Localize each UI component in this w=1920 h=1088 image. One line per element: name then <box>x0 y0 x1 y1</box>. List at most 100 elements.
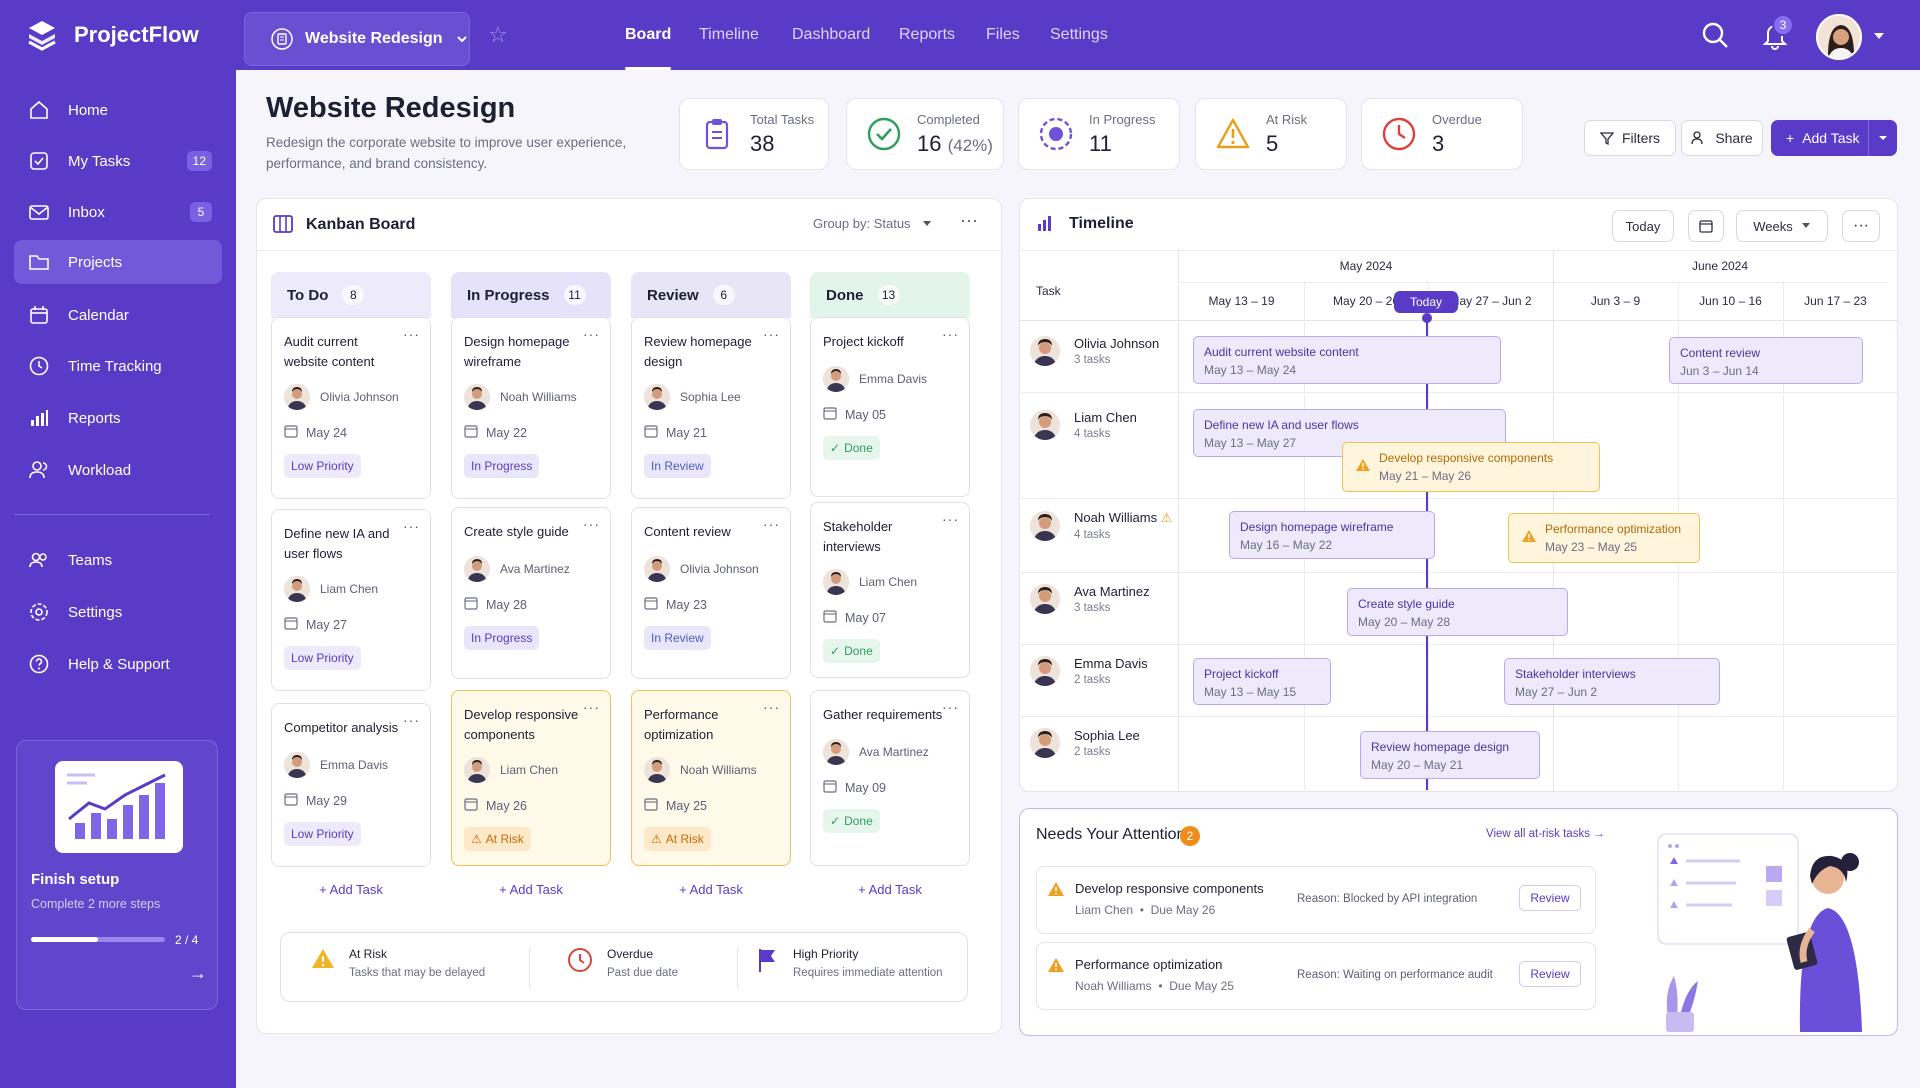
attention-item[interactable]: Performance optimization Noah Williams •… <box>1036 942 1596 1010</box>
add-task-dropdown[interactable] <box>1868 120 1897 156</box>
card-more-icon[interactable]: ··· <box>942 326 959 342</box>
sidebar-item-label: Time Tracking <box>68 357 162 375</box>
review-button[interactable]: Review <box>1519 885 1581 911</box>
nav-timeline[interactable]: Timeline <box>699 0 759 70</box>
card-more-icon[interactable]: ··· <box>763 516 780 532</box>
status-badge: In Review <box>644 454 711 478</box>
sidebar-item-time-tracking[interactable]: Time Tracking <box>14 344 222 388</box>
card-more-icon[interactable]: ··· <box>583 326 600 342</box>
sidebar-item-label: My Tasks <box>68 152 131 170</box>
assignee-name: Liam Chen <box>500 763 559 777</box>
add-task-link[interactable]: + Add Task <box>631 882 791 897</box>
card-more-icon[interactable]: ··· <box>763 326 780 342</box>
timeline-task-bar[interactable]: Create style guide May 20 – May 28 <box>1347 588 1568 636</box>
status-label: Done <box>844 441 873 455</box>
group-by-select[interactable]: Group by: Status <box>813 216 911 231</box>
kanban-more-icon[interactable]: ··· <box>960 210 978 231</box>
task-card[interactable]: Review homepage design ··· Sophia Lee May 2… <box>631 317 791 499</box>
sidebar-item-teams[interactable]: Teams <box>14 538 222 582</box>
task-card[interactable]: Project kickoff ··· Emma Davis May 05 ✓ Done <box>810 317 970 497</box>
sidebar-item-calendar[interactable]: Calendar <box>14 293 222 337</box>
card-more-icon[interactable]: ··· <box>763 699 780 715</box>
task-card[interactable]: Gather requirements ··· Ava Martinez May 09… <box>810 690 970 866</box>
card-more-icon[interactable]: ··· <box>403 326 420 342</box>
project-selector[interactable]: Website Redesign <box>244 12 470 66</box>
card-more-icon[interactable]: ··· <box>942 511 959 527</box>
bar-title: Stakeholder interviews <box>1515 667 1636 681</box>
timeline-more-icon[interactable]: ··· <box>1842 210 1880 242</box>
team-icon <box>29 552 47 568</box>
task-title: Design homepage wireframe <box>464 334 570 369</box>
nav-settings[interactable]: Settings <box>1050 0 1108 70</box>
task-card[interactable]: Create style guide ··· Ava Martinez May 28 I… <box>451 507 611 679</box>
timeline-task-bar[interactable]: Project kickoff May 13 – May 15 <box>1193 658 1331 705</box>
card-more-icon[interactable]: ··· <box>403 518 420 534</box>
timeline-task-bar[interactable]: Develop responsive components May 21 – Ma… <box>1342 442 1600 492</box>
sidebar-item-projects[interactable]: Projects <box>14 240 222 284</box>
chevron-down-icon[interactable] <box>922 220 932 228</box>
sidebar-item-settings[interactable]: Settings <box>14 590 222 634</box>
nav-files[interactable]: Files <box>986 0 1020 70</box>
card-more-icon[interactable]: ··· <box>942 699 959 715</box>
timeline-task-bar[interactable]: Review homepage design May 20 – May 21 <box>1360 731 1540 779</box>
nav-reports[interactable]: Reports <box>899 0 955 70</box>
filters-button[interactable]: Filters <box>1584 120 1676 156</box>
sidebar-item-my-tasks[interactable]: My Tasks 12 <box>14 139 222 183</box>
logo-icon <box>28 21 56 51</box>
task-due: May 23 <box>644 596 707 613</box>
avatar <box>644 384 670 410</box>
scale-select[interactable]: Weeks <box>1736 210 1828 242</box>
week-label: Jun 10 – 16 <box>1699 294 1762 308</box>
star-icon[interactable]: ☆ <box>488 22 508 48</box>
share-button[interactable]: Share <box>1681 120 1763 156</box>
today-button[interactable]: Today <box>1612 210 1674 242</box>
task-card[interactable]: Define new IA and user flows ··· Liam Chen… <box>271 509 431 691</box>
timeline-task-bar[interactable]: Performance optimization May 23 – May 25 <box>1508 513 1700 563</box>
timeline-task-bar[interactable]: Design homepage wireframe May 16 – May 22 <box>1229 511 1435 559</box>
task-card[interactable]: Audit current website content ··· Olivia J… <box>271 317 431 499</box>
card-more-icon[interactable]: ··· <box>583 699 600 715</box>
column-header: Done 13 <box>810 272 970 318</box>
card-more-icon[interactable]: ··· <box>583 516 600 532</box>
add-task-link[interactable]: + Add Task <box>810 882 970 897</box>
task-card[interactable]: Design homepage wireframe ··· Noah William… <box>451 317 611 499</box>
chevron-down-icon[interactable] <box>1872 30 1886 42</box>
sidebar-item-home[interactable]: Home <box>14 88 222 132</box>
nav-board[interactable]: Board <box>625 0 672 70</box>
card-more-icon[interactable]: ··· <box>403 712 420 728</box>
sidebar-item-help[interactable]: Help & Support <box>14 642 222 686</box>
task-card[interactable]: Develop responsive components ··· Liam Che… <box>451 690 611 866</box>
avatar <box>464 384 490 410</box>
kanban-title: Kanban Board <box>306 216 416 233</box>
legend-divider <box>529 947 530 989</box>
task-card[interactable]: Content review ··· Olivia Johnson May 23 In … <box>631 507 791 679</box>
add-task-link[interactable]: + Add Task <box>271 882 431 897</box>
arrow-right-icon: → <box>1593 828 1605 840</box>
sidebar-item-reports[interactable]: Reports <box>14 396 222 440</box>
search-icon[interactable] <box>1700 20 1730 50</box>
avatar <box>284 576 310 602</box>
nav-dashboard[interactable]: Dashboard <box>792 0 870 70</box>
avatar <box>464 757 490 783</box>
view-all-link[interactable]: View all at-risk tasks → <box>1486 828 1605 840</box>
task-card[interactable]: Competitor analysis ··· Emma Davis May 29 Lo… <box>271 703 431 867</box>
stat-in-progress: In Progress 11 <box>1018 98 1180 170</box>
status-label: At Risk <box>485 832 524 846</box>
task-card[interactable]: Stakeholder interviews ··· Liam Chen May 07… <box>810 502 970 678</box>
sidebar-item-inbox[interactable]: Inbox 5 <box>14 190 222 234</box>
review-button[interactable]: Review <box>1519 961 1581 987</box>
attention-item[interactable]: Develop responsive components Liam Chen … <box>1036 866 1596 934</box>
timeline-task-bar[interactable]: Content review Jun 3 – Jun 14 <box>1669 337 1863 384</box>
timeline-task-bar[interactable]: Audit current website content May 13 – Ma… <box>1193 336 1501 384</box>
calendar-button[interactable] <box>1688 210 1724 242</box>
add-task-link[interactable]: + Add Task <box>451 882 611 897</box>
task-card[interactable]: Performance optimization ··· Noah Williams… <box>631 690 791 866</box>
add-user-icon <box>1691 131 1703 145</box>
sidebar-item-workload[interactable]: Workload <box>14 448 222 492</box>
arrow-right-icon[interactable]: → <box>189 963 207 984</box>
timeline-task-bar[interactable]: Stakeholder interviews May 27 – Jun 2 <box>1504 658 1720 705</box>
user-avatar[interactable] <box>1816 14 1862 60</box>
legend-at-risk: At Risk Tasks that may be delayed <box>311 947 485 979</box>
finish-setup-card[interactable]: Finish setup Complete 2 more steps 2 / 4… <box>16 740 218 1010</box>
task-title: Competitor analysis <box>284 720 399 735</box>
